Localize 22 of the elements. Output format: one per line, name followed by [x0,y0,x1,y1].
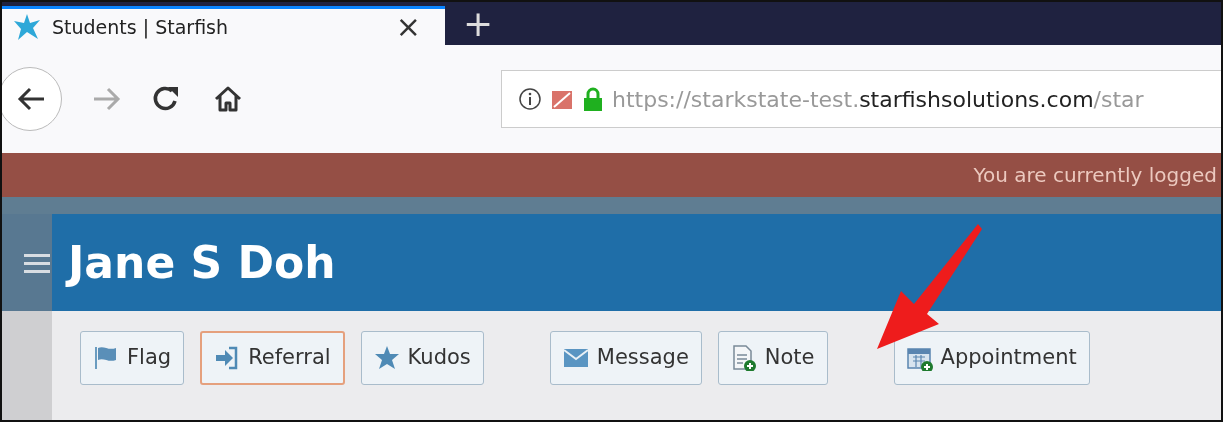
address-bar[interactable]: https://starkstate-test.starfishsolutions.com/star [501,70,1221,128]
action-button[interactable]: Note [717,331,828,385]
browser-tab[interactable]: Students | Starfish × [2,6,445,45]
banner-text: You are currently logged [973,162,1217,189]
back-button[interactable] [2,67,62,131]
info-icon[interactable] [518,87,542,111]
starfish-icon [12,12,42,42]
action-button[interactable]: Referral [200,331,345,385]
action-button[interactable]: Appointment [893,331,1090,385]
new-tab-button[interactable]: + [463,6,494,45]
note-add-icon [730,345,757,371]
flag-icon [93,345,119,371]
action-button[interactable]: Kudos [360,331,484,385]
lock-icon[interactable] [582,86,604,112]
calendar-add-icon [906,345,933,371]
star-icon [373,345,400,371]
action-button[interactable]: Message [549,331,702,385]
action-button[interactable]: Flag [80,331,185,385]
url-text: https://starkstate-test.starfishsolutions.com/star [612,85,1144,114]
tab-title: Students | Starfish [52,14,230,41]
menu-icon[interactable] [24,251,50,274]
close-tab-button[interactable]: × [395,12,421,42]
